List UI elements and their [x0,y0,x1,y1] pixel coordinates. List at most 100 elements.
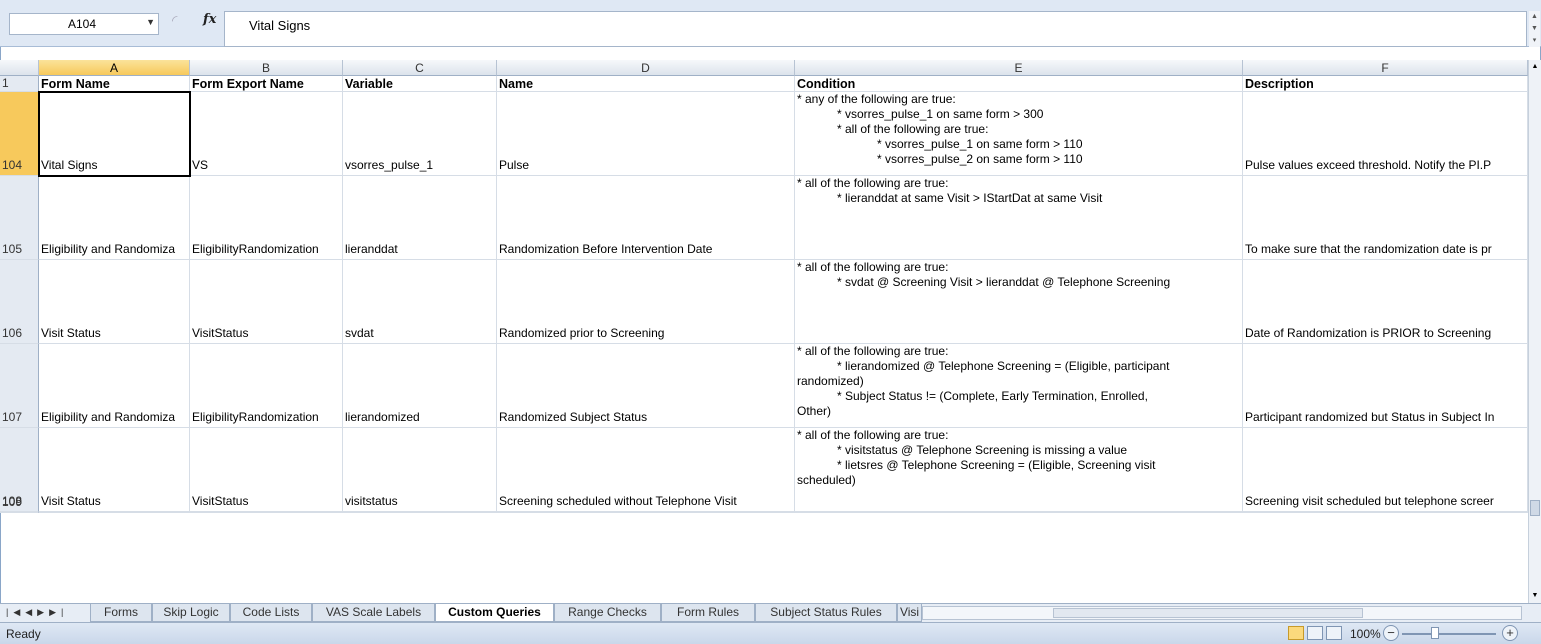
row-header[interactable]: 104 [0,92,39,176]
cell-export-name[interactable]: SleepDiary [190,512,343,513]
cell-name[interactable]: Sleep Diary Date out of order 2 [497,512,795,513]
sheet-tab[interactable]: VAS Scale Labels [312,604,435,622]
cell-description[interactable]: Sleep Diary Date is prior to previous di… [1243,512,1528,513]
cell-name[interactable]: Randomized Subject Status [497,344,795,428]
header-cell[interactable]: Condition [795,76,1243,92]
cell-name[interactable]: Pulse [497,92,795,176]
cell-variable[interactable]: lierandomized [343,344,497,428]
cell-form-name[interactable]: Eligibility and Randomiza [39,344,190,428]
cell-condition[interactable]: * any of the following are true: * vsorre… [795,92,1243,176]
worksheet-grid[interactable]: A B C D E F 1 Form Name Form Export Name Variable… [0,60,1528,603]
cell-variable[interactable]: lieranddat [343,176,497,260]
cell-description[interactable]: To make sure that the randomization date… [1243,176,1528,260]
cell-export-name[interactable]: EligibilityRandomization [190,176,343,260]
sheet-tab[interactable]: Subject Status Rules [755,604,897,622]
cell-condition[interactable]: * all of the following are true: * visits… [795,428,1243,512]
sheet-tab[interactable]: Visi [897,604,922,622]
active-cell-outline[interactable] [38,91,191,177]
sheet-tab[interactable]: Forms [90,604,152,622]
cell-form-name[interactable]: Visit Status [39,428,190,512]
cell-description[interactable]: Participant randomized but Status in Sub… [1243,344,1528,428]
select-all-corner[interactable] [0,60,39,76]
row-header[interactable]: 109 [0,495,39,513]
column-header-c[interactable]: C [343,60,497,76]
column-header-f[interactable]: F [1243,60,1528,76]
cell-text: Randomization Before Intervention Date [499,242,713,256]
header-cell[interactable]: Name [497,76,795,92]
cell-name[interactable]: Randomization Before Intervention Date [497,176,795,260]
cell-export-name[interactable]: VisitStatus [190,428,343,512]
chevron-down-icon[interactable]: ▼ [146,17,155,27]
cell-description[interactable]: Date of Randomization is PRIOR to Screen… [1243,260,1528,344]
sheet-tab[interactable]: Range Checks [554,604,661,622]
cell-text: Visit Status [41,494,101,508]
scroll-up-icon[interactable]: ▲ [1529,60,1541,74]
zoom-level[interactable]: 100% [1350,627,1381,641]
condition-line: * lieranddat at same Visit > IStartDat a… [837,191,1103,205]
row-number: 104 [2,158,23,172]
zoom-in-button[interactable]: + [1502,625,1518,641]
cell-variable[interactable]: vsorres_pulse_1 [343,92,497,176]
insert-function-button[interactable]: fx [203,12,216,27]
formula-input[interactable]: Vital Signs [224,11,1527,47]
sheet-tab[interactable]: Custom Queries [435,604,554,622]
header-cell[interactable]: Description [1243,76,1528,92]
header-cell[interactable]: Form Name [39,76,190,92]
zoom-slider[interactable] [1402,633,1496,635]
cell-name[interactable]: Screening scheduled without Telephone Vi… [497,428,795,512]
formula-bar-scroll[interactable]: ▲ ▼ ▾ [1529,11,1540,47]
page-layout-view-icon[interactable] [1307,626,1323,640]
cell-export-name[interactable]: VisitStatus [190,260,343,344]
scroll-down-icon[interactable]: ▼ [1529,589,1541,603]
sheet-tab[interactable]: Code Lists [230,604,312,622]
column-header-d[interactable]: D [497,60,795,76]
column-header-b[interactable]: B [190,60,343,76]
vertical-scrollbar[interactable]: ▲ ▼ [1528,60,1541,603]
cell-form-name[interactable]: Visit Status [39,260,190,344]
cell-text: svdat [345,326,374,340]
cell-variable[interactable]: psddate_day2 [343,512,497,513]
condition-line: * lierandomized @ Telephone Screening = … [837,359,1170,373]
column-header-a[interactable]: A [39,60,190,76]
cell-export-name[interactable]: VS [190,92,343,176]
cell-export-name[interactable]: EligibilityRandomization [190,344,343,428]
scrollbar-thumb[interactable] [1053,608,1363,618]
cell-condition[interactable]: * all of the following are true: * lieran… [795,344,1243,428]
header-cell-text: Form Name [41,77,110,91]
header-cell[interactable]: Form Export Name [190,76,343,92]
cell-condition[interactable]: * all of the following are true: * svdat … [795,260,1243,344]
sheet-nav-buttons[interactable]: |◀◀▶▶| [6,607,68,618]
scrollbar-thumb[interactable] [1530,500,1540,516]
cell-variable[interactable]: visitstatus [343,428,497,512]
cell-condition[interactable]: * all of the following are true: * lieran… [795,176,1243,260]
sheet-tab[interactable]: Form Rules [661,604,755,622]
row-number: 107 [2,410,23,424]
expand-formula-icon[interactable]: ▾ [1529,35,1540,47]
cell-description[interactable]: Screening visit scheduled but telephone … [1243,428,1528,512]
row-header[interactable]: 1 [0,76,39,92]
formula-cancel-icon[interactable]: ◜ [172,12,190,30]
cell-form-name[interactable]: Sleep Diary Data [39,512,190,513]
zoom-slider-handle[interactable] [1431,627,1439,639]
page-break-view-icon[interactable] [1326,626,1342,640]
scroll-up-icon[interactable]: ▲ [1529,11,1540,23]
cell-description[interactable]: Pulse values exceed threshold. Notify th… [1243,92,1528,176]
name-box[interactable]: A104 ▼ [9,13,159,35]
sheet-tab[interactable]: Skip Logic [152,604,230,622]
normal-view-icon[interactable] [1288,626,1304,640]
scroll-down-icon[interactable]: ▼ [1529,23,1540,35]
row-header[interactable]: 105 [0,176,39,260]
column-header-e[interactable]: E [795,60,1243,76]
cell-name[interactable]: Randomized prior to Screening [497,260,795,344]
cell-text: VisitStatus [192,326,249,340]
condition-line: * any of the following are true: [797,92,956,106]
row-header[interactable]: 107 [0,344,39,428]
cell-condition[interactable]: * all of the following are true:* psddat… [795,512,1243,513]
cell-text: vsorres_pulse_1 [345,158,434,172]
cell-form-name[interactable]: Eligibility and Randomiza [39,176,190,260]
horizontal-scrollbar[interactable] [922,606,1522,620]
cell-variable[interactable]: svdat [343,260,497,344]
zoom-out-button[interactable]: − [1383,625,1399,641]
row-header[interactable]: 106 [0,260,39,344]
header-cell[interactable]: Variable [343,76,497,92]
